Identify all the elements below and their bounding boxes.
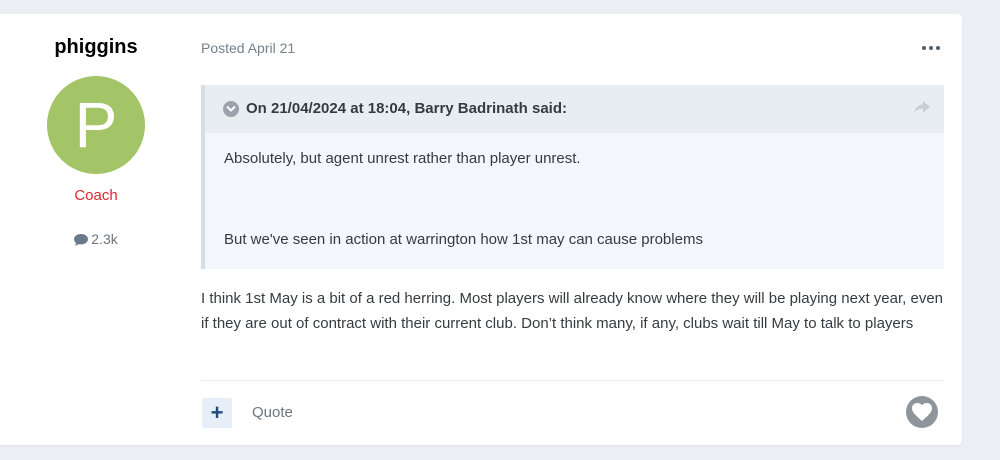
multiquote-add-button[interactable]: + [202,398,232,428]
post-body-text: I think 1st May is a bit of a red herrin… [201,290,944,332]
quote-header: On 21/04/2024 at 18:04, Barry Badrinath … [205,85,944,133]
post-count: 2.3k [0,231,192,249]
post-card: phiggins P Coach 2.3k Posted April 21 On… [0,14,962,445]
avatar[interactable]: P [47,76,145,174]
quote-block: On 21/04/2024 at 18:04, Barry Badrinath … [201,85,944,269]
comment-bubble-icon [74,233,89,249]
post-body: I think 1st May is a bit of a red herrin… [201,287,951,336]
ellipsis-icon [922,46,926,50]
more-options-button[interactable] [918,40,944,56]
post-count-value: 2.3k [91,231,118,247]
quote-text-line: But we've seen in action at warrington h… [224,231,703,248]
author-name[interactable]: phiggins [0,36,192,59]
quote-button[interactable]: Quote [252,404,293,421]
divider [201,380,944,381]
author-group: Coach [74,187,118,204]
post-content: Posted April 21 On 21/04/2024 at 18:04, … [201,14,944,445]
heart-icon [912,403,932,421]
chevron-down-icon[interactable] [223,101,239,117]
ellipsis-icon-dot [936,46,940,50]
reaction-button[interactable] [906,396,938,428]
ellipsis-icon-dot [929,46,933,50]
author-panel: phiggins P Coach 2.3k [0,14,192,445]
share-icon[interactable] [914,101,930,120]
quote-text-line: Absolutely, but agent unrest rather than… [224,150,581,167]
quote-citation: On 21/04/2024 at 18:04, Barry Badrinath … [246,100,567,117]
posted-date[interactable]: Posted April 21 [201,40,295,56]
